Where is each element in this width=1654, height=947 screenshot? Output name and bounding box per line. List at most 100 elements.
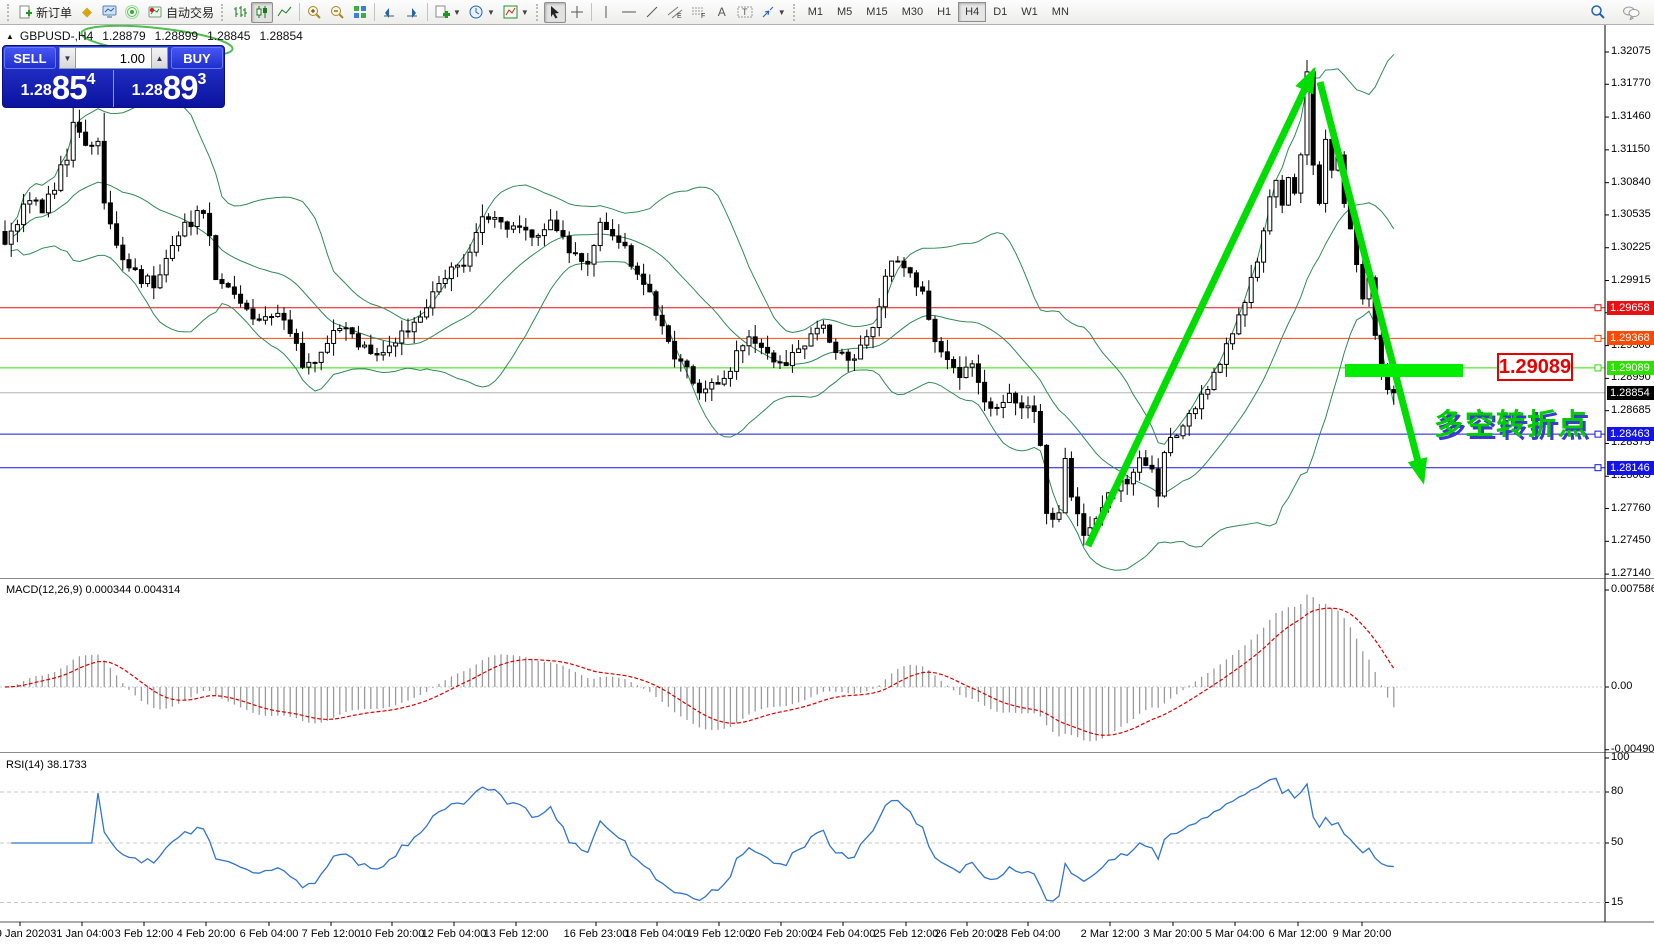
buy-price-sup: 3 [197, 72, 206, 88]
price-level-tag: 1.29089 [1607, 361, 1654, 375]
price-level-tag: 1.29368 [1607, 331, 1654, 345]
toolbar-grip[interactable] [793, 4, 798, 21]
timeframe-m1-button[interactable]: M1 [801, 2, 830, 22]
sell-price[interactable]: 1.28854 [3, 70, 114, 108]
text-label-button[interactable]: T [733, 2, 757, 23]
price-axis-tick: 1.31150 [1611, 143, 1650, 155]
buy-button[interactable]: BUY [171, 47, 223, 69]
sell-price-big: 85 [52, 70, 87, 106]
auto-trading-icon [148, 5, 163, 19]
toolbar-grip[interactable] [7, 4, 12, 21]
candlestick-chart-icon [255, 5, 269, 19]
macd-label: MACD(12,26,9) 0.000344 0.004314 [6, 584, 180, 596]
new-order-icon [19, 5, 33, 19]
bar-chart-icon [233, 5, 247, 19]
volume-value[interactable]: 1.00 [76, 47, 151, 69]
dropdown-caret: ▼ [778, 8, 786, 17]
add-indicator-button[interactable]: ▼ [431, 2, 465, 23]
chat-icon[interactable] [1618, 2, 1644, 23]
rsi-label: RSI(14) 38.1733 [6, 759, 87, 771]
buy-price[interactable]: 1.28893 [114, 70, 224, 108]
new-order-button[interactable]: 新订单 [15, 2, 76, 23]
vertical-line-icon [601, 5, 611, 19]
sell-price-sup: 4 [86, 72, 95, 88]
timeframe-h4-button[interactable]: H4 [958, 2, 986, 22]
vertical-line-button[interactable] [595, 2, 617, 23]
cursor-icon [549, 5, 561, 19]
zoom-out-icon [330, 5, 345, 20]
ohlc-high: 1.28899 [155, 29, 198, 43]
volume-increase-button[interactable]: ▲ [151, 47, 168, 69]
mt4-window: 新订单 ◆ 自动交易 [0, 0, 1654, 947]
price-level-tag: 1.29658 [1607, 301, 1654, 315]
timeframe-mn-button[interactable]: MN [1045, 2, 1076, 22]
rsi-axis-tick: 50 [1611, 836, 1623, 848]
zoom-in-button[interactable] [303, 2, 326, 23]
time-axis-label: 13 Feb 12:00 [471, 928, 561, 940]
market-widget-icon: ◆ [82, 4, 92, 20]
price-axis-tick: 1.30840 [1611, 176, 1651, 188]
dropdown-caret: ▼ [453, 8, 461, 17]
timeframe-m15-button[interactable]: M15 [859, 2, 894, 22]
price-axis-tick: 1.27760 [1611, 502, 1651, 514]
auto-scroll-button[interactable] [378, 2, 401, 23]
bar-chart-button[interactable] [229, 2, 251, 23]
bid-price-tag: 1.28854 [1607, 386, 1654, 400]
tile-windows-button[interactable] [349, 2, 371, 23]
one-click-trade-panel: SELL ▼ 1.00 ▲ BUY 1.28854 1.28893 [2, 45, 225, 108]
toolbar: 新订单 ◆ 自动交易 [0, 0, 1654, 25]
market-widget-button[interactable]: ◆ [76, 2, 98, 23]
signals-button[interactable] [121, 2, 144, 23]
crosshair-icon [570, 5, 584, 19]
rsi-axis-tick: 80 [1611, 785, 1623, 797]
toolbar-grip[interactable] [221, 4, 226, 21]
equidistant-channel-icon: E [667, 5, 683, 19]
timeframe-m30-button[interactable]: M30 [895, 2, 930, 22]
period-button[interactable]: ▼ [465, 2, 499, 23]
price-axis-tick: 1.30535 [1611, 208, 1651, 220]
line-chart-button[interactable] [273, 2, 296, 23]
signals-icon [125, 5, 140, 19]
time-axis-label: 28 Feb 04:00 [983, 928, 1073, 940]
ohlc-open: 1.28879 [102, 29, 145, 43]
price-axis-tick: 1.31460 [1611, 110, 1651, 122]
auto-trading-button[interactable]: 自动交易 [144, 2, 218, 23]
dropdown-caret: ▼ [487, 8, 495, 17]
text-button[interactable]: A [711, 2, 733, 23]
horizontal-line-button[interactable] [617, 2, 641, 23]
timeframe-d1-button[interactable]: D1 [986, 2, 1014, 22]
turning-point-annotation[interactable]: 多空转折点 [1434, 401, 1589, 443]
horizontal-line-icon [621, 5, 637, 19]
dropdown-caret: ▼ [521, 8, 529, 17]
sell-price-prefix: 1.28 [21, 76, 52, 106]
chart-shift-button[interactable] [401, 2, 424, 23]
trendline-button[interactable] [641, 2, 663, 23]
timeframe-h1-button[interactable]: H1 [930, 2, 958, 22]
toolbar-grip[interactable] [536, 4, 541, 21]
volume-decrease-button[interactable]: ▼ [59, 47, 76, 69]
zoom-out-button[interactable] [326, 2, 349, 23]
terminal-button[interactable] [98, 2, 121, 23]
buy-price-prefix: 1.28 [132, 76, 163, 106]
template-button[interactable]: ▼ [499, 2, 533, 23]
cursor-button[interactable] [544, 2, 566, 23]
price-callout-box[interactable]: 1.29089 [1497, 353, 1573, 381]
equidistant-channel-button[interactable]: E [663, 2, 687, 23]
chart-area[interactable]: ▲ GBPUSD-,H4 1.28879 1.28899 1.28845 1.2… [0, 25, 1654, 947]
auto-scroll-icon [382, 5, 397, 19]
timeframe-m5-button[interactable]: M5 [830, 2, 859, 22]
template-icon [503, 5, 518, 19]
arrows-button[interactable]: ▼ [757, 2, 790, 23]
candlestick-chart-button[interactable] [251, 2, 273, 23]
text-label-icon: T [737, 5, 753, 19]
search-icon[interactable] [1586, 2, 1610, 23]
rsi-axis-tick: 15 [1611, 896, 1623, 908]
fibonacci-button[interactable]: F [687, 2, 711, 23]
chart-shift-icon [405, 5, 420, 19]
time-axis-label: 9 Mar 20:00 [1317, 928, 1407, 940]
sell-button[interactable]: SELL [4, 47, 56, 69]
crosshair-button[interactable] [566, 2, 588, 23]
timeframe-w1-button[interactable]: W1 [1014, 2, 1045, 22]
chart-overlay: ▲ GBPUSD-,H4 1.28879 1.28899 1.28845 1.2… [0, 25, 1654, 947]
collapse-arrow-icon[interactable]: ▲ [6, 32, 14, 41]
